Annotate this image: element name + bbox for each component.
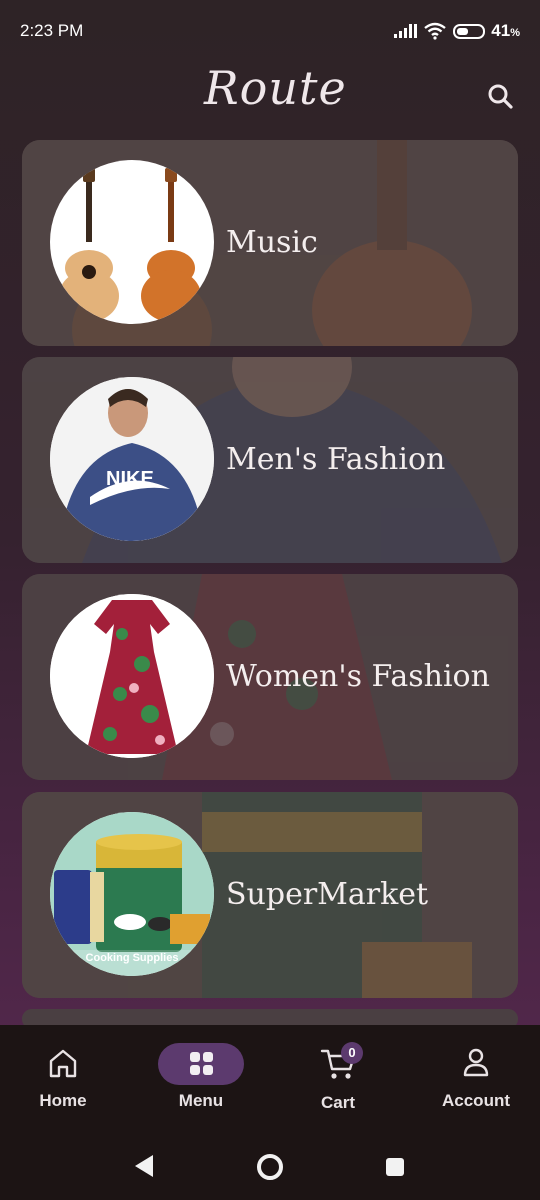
svg-text:NIKE: NIKE: [106, 468, 154, 490]
status-icons: 41%: [394, 21, 520, 41]
nav-cart[interactable]: Cart: [283, 1025, 393, 1133]
grid-icon: [190, 1052, 213, 1075]
wifi-icon: [424, 22, 447, 40]
category-card-mens-fashion[interactable]: NIKE Men's Fashion: [22, 357, 518, 563]
womens-fashion-image: [50, 594, 214, 758]
nav-menu[interactable]: Menu: [146, 1025, 256, 1133]
guitar-image: [59, 168, 201, 322]
category-label: Women's Fashion: [226, 659, 490, 694]
floral-dress-image: [50, 594, 214, 758]
category-card-supermarket[interactable]: Cooking Supplies SuperMarket: [22, 792, 518, 998]
category-label: SuperMarket: [226, 877, 429, 912]
search-icon: [488, 84, 513, 109]
battery-icon: [453, 23, 486, 39]
nav-menu-label: Menu: [178, 1091, 224, 1110]
home-icon: [49, 1049, 77, 1078]
status-time: 2:23 PM: [20, 21, 84, 40]
back-icon[interactable]: [135, 1155, 153, 1177]
status-bar: 2:23 PM 41%: [0, 0, 540, 62]
nav-cart-label: Cart: [320, 1093, 355, 1112]
cooking-supplies-caption: Cooking Supplies: [85, 952, 179, 964]
system-navigation-bar: [0, 1133, 540, 1200]
nav-account[interactable]: Account: [421, 1025, 531, 1133]
music-image: [50, 160, 214, 324]
category-label: Men's Fashion: [226, 442, 446, 477]
man-in-hoodie-image: NIKE: [50, 377, 214, 541]
bottom-navigation: Home Menu Cart Account: [0, 1025, 540, 1133]
category-card-music[interactable]: Music: [22, 140, 518, 346]
supermarket-image: Cooking Supplies: [50, 812, 214, 976]
nav-account-label: Account: [442, 1091, 510, 1110]
category-card-womens-fashion[interactable]: Women's Fashion: [22, 574, 518, 780]
home-circle-icon[interactable]: [257, 1154, 283, 1180]
route-logo: Route: [204, 61, 347, 115]
recents-icon[interactable]: [386, 1158, 404, 1176]
category-label: Music: [226, 225, 318, 260]
cart-count-badge: 0: [341, 1042, 363, 1064]
search-button[interactable]: [484, 80, 518, 114]
app-header: Route: [0, 62, 540, 132]
signal-icon: [394, 24, 418, 38]
mens-fashion-image: NIKE: [50, 377, 214, 541]
battery-level: 41%: [491, 21, 520, 40]
nav-home[interactable]: Home: [8, 1025, 118, 1133]
user-icon: [463, 1048, 489, 1077]
nav-home-label: Home: [39, 1091, 87, 1110]
